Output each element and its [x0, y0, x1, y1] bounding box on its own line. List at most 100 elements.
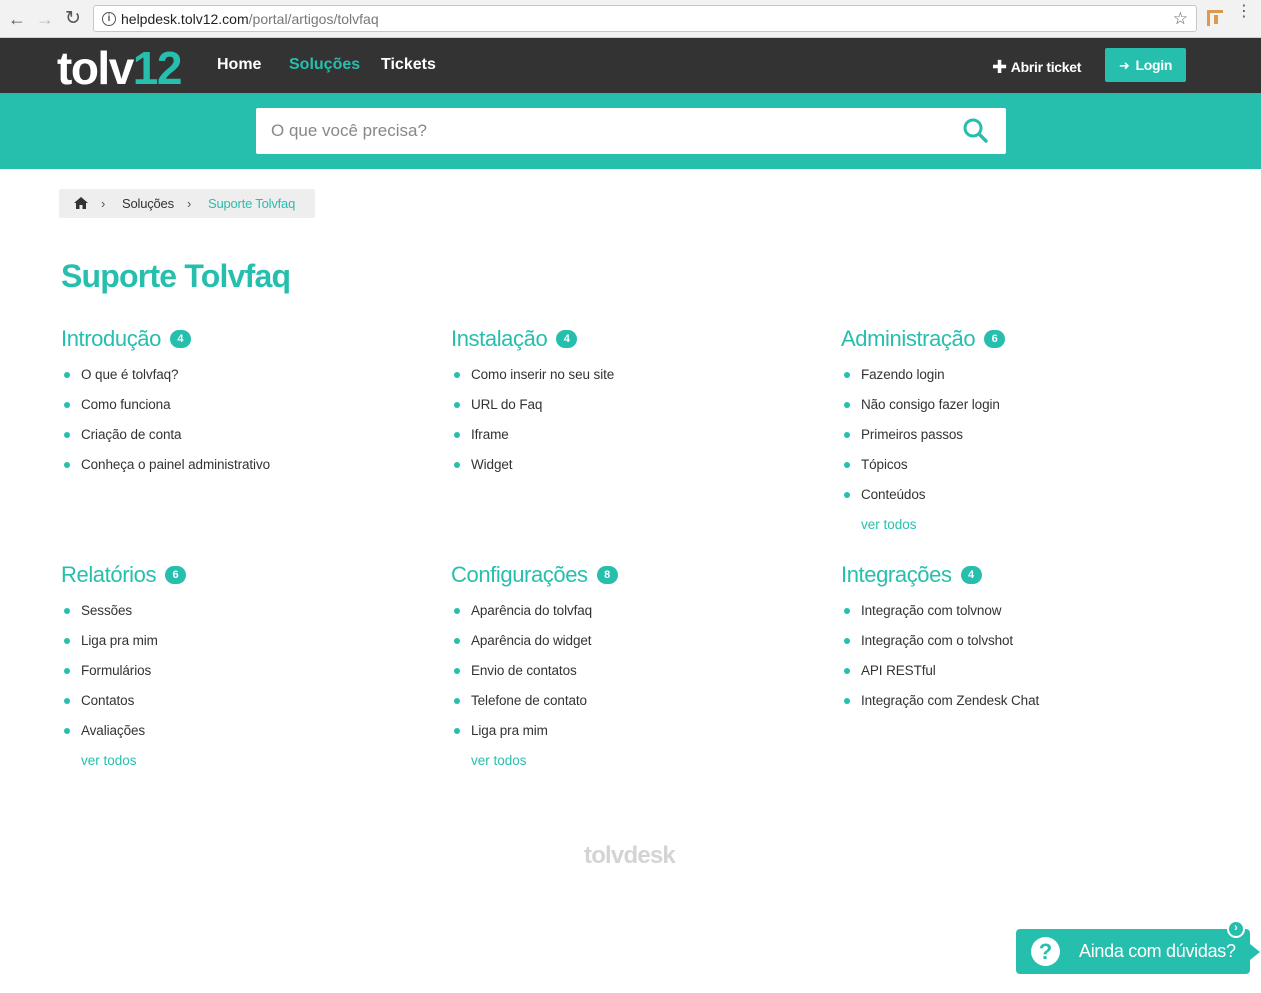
- bullet-icon: [454, 462, 460, 468]
- category-title[interactable]: Integrações: [841, 562, 952, 588]
- article-link[interactable]: Integração com tolvnow: [841, 601, 1201, 631]
- help-widget-button[interactable]: ? Ainda com dúvidas?: [1016, 929, 1260, 974]
- article-link[interactable]: Criação de conta: [61, 425, 421, 455]
- home-icon[interactable]: [74, 197, 88, 209]
- bullet-icon: [844, 462, 850, 468]
- article-title: Formulários: [81, 663, 152, 678]
- nav-home[interactable]: Home: [217, 56, 261, 74]
- see-all-link[interactable]: ver todos: [61, 751, 421, 781]
- article-link[interactable]: Conheça o painel administrativo: [61, 455, 421, 485]
- article-link[interactable]: API RESTful: [841, 661, 1201, 691]
- article-link[interactable]: Conteúdos: [841, 485, 1201, 515]
- article-link[interactable]: Envio de contatos: [451, 661, 811, 691]
- url-text[interactable]: helpdesk.tolv12.com/portal/artigos/tolvf…: [121, 11, 379, 27]
- article-link[interactable]: Iframe: [451, 425, 811, 455]
- article-link[interactable]: Como funciona: [61, 395, 421, 425]
- article-link[interactable]: Fazendo login: [841, 365, 1201, 395]
- article-link[interactable]: Avaliações: [61, 721, 421, 751]
- bookmark-star-icon[interactable]: ☆: [1173, 9, 1188, 29]
- tolvdesk-footer-logo[interactable]: tolvdesk: [584, 842, 676, 870]
- info-icon[interactable]: i: [102, 12, 116, 26]
- bullet-icon: [844, 608, 850, 614]
- article-link[interactable]: Como inserir no seu site: [451, 365, 811, 395]
- search-input[interactable]: [256, 108, 946, 154]
- category-title[interactable]: Relatórios: [61, 562, 156, 588]
- article-title: Liga pra mim: [81, 633, 158, 648]
- category-administracao: Administração 6 Fazendo login Não consigo…: [841, 324, 1201, 545]
- category-title[interactable]: Instalação: [451, 326, 548, 352]
- article-link[interactable]: Formulários: [61, 661, 421, 691]
- article-link[interactable]: Sessões: [61, 601, 421, 631]
- logo-text-1: tolv: [57, 42, 134, 94]
- category-title[interactable]: Introdução: [61, 326, 161, 352]
- bullet-icon: [454, 728, 460, 734]
- article-title: URL do Faq: [471, 397, 543, 412]
- article-title: Não consigo fazer login: [861, 397, 1000, 412]
- bullet-icon: [844, 432, 850, 438]
- article-link[interactable]: Primeiros passos: [841, 425, 1201, 455]
- tolv12-logo[interactable]: tolv12: [57, 42, 182, 94]
- address-bar[interactable]: i helpdesk.tolv12.com/portal/artigos/tol…: [93, 5, 1197, 32]
- bullet-icon: [844, 638, 850, 644]
- article-title: Conheça o painel administrativo: [81, 457, 271, 472]
- search-icon[interactable]: [962, 117, 988, 143]
- article-title: Como funciona: [81, 397, 171, 412]
- article-title: Aparência do widget: [471, 633, 592, 648]
- article-title: O que é tolvfaq?: [81, 367, 179, 382]
- count-badge: 6: [165, 566, 187, 584]
- nav-solucoes[interactable]: Soluções: [289, 56, 360, 74]
- forward-arrow-icon[interactable]: →: [34, 8, 56, 30]
- article-link[interactable]: Aparência do tolvfaq: [451, 601, 811, 631]
- article-title: Aparência do tolvfaq: [471, 603, 593, 618]
- open-ticket-label: Abrir ticket: [1010, 59, 1082, 75]
- nav-tickets[interactable]: Tickets: [381, 56, 436, 74]
- login-label: Login: [1135, 57, 1173, 73]
- open-ticket-button[interactable]: ✚ Abrir ticket: [992, 56, 1081, 77]
- bullet-icon: [844, 372, 850, 378]
- back-arrow-icon[interactable]: ←: [6, 8, 28, 30]
- article-title: Integração com o tolvshot: [861, 633, 1014, 648]
- breadcrumb-solucoes[interactable]: Soluções: [122, 189, 174, 218]
- article-link[interactable]: Integração com Zendesk Chat: [841, 691, 1201, 721]
- count-badge: 6: [984, 330, 1006, 348]
- count-badge: 8: [596, 566, 618, 584]
- chevron-right-icon[interactable]: ›: [1227, 920, 1245, 938]
- extension-icon[interactable]: [1207, 10, 1223, 26]
- article-link[interactable]: O que é tolvfaq?: [61, 365, 421, 395]
- category-introducao: Introdução 4 O que é tolvfaq? Como funcio…: [61, 324, 421, 485]
- login-button[interactable]: ➜ Login: [1105, 48, 1186, 82]
- sign-in-icon: ➜: [1118, 58, 1130, 73]
- article-link[interactable]: Integração com o tolvshot: [841, 631, 1201, 661]
- browser-menu-icon[interactable]: ⋮: [1236, 4, 1252, 20]
- bullet-icon: [454, 372, 460, 378]
- bullet-icon: [454, 432, 460, 438]
- help-widget-label: Ainda com dúvidas?: [1079, 941, 1236, 961]
- category-instalacao: Instalação 4 Como inserir no seu site URL…: [451, 324, 811, 485]
- article-link[interactable]: Contatos: [61, 691, 421, 721]
- article-link[interactable]: Tópicos: [841, 455, 1201, 485]
- article-link[interactable]: Telefone de contato: [451, 691, 811, 721]
- article-link[interactable]: Liga pra mim: [451, 721, 811, 751]
- bullet-icon: [64, 698, 70, 704]
- article-title: Envio de contatos: [471, 663, 577, 678]
- article-link[interactable]: URL do Faq: [451, 395, 811, 425]
- bullet-icon: [64, 638, 70, 644]
- article-link[interactable]: Não consigo fazer login: [841, 395, 1201, 425]
- article-link[interactable]: Widget: [451, 455, 811, 485]
- reload-icon[interactable]: ↻: [62, 8, 84, 30]
- article-title: Tópicos: [861, 457, 908, 472]
- category-configuracoes: Configurações 8 Aparência do tolvfaq Apar…: [451, 560, 811, 781]
- category-title[interactable]: Configurações: [451, 562, 588, 588]
- url-path: /portal/artigos/tolvfaq: [248, 11, 379, 27]
- article-link[interactable]: Aparência do widget: [451, 631, 811, 661]
- bullet-icon: [64, 608, 70, 614]
- see-all-link[interactable]: ver todos: [451, 751, 811, 781]
- bullet-icon: [844, 492, 850, 498]
- url-host: helpdesk.tolv12.com: [121, 11, 249, 27]
- see-all-link[interactable]: ver todos: [841, 515, 1201, 545]
- article-link[interactable]: Liga pra mim: [61, 631, 421, 661]
- category-title[interactable]: Administração: [841, 326, 976, 352]
- article-title: Como inserir no seu site: [471, 367, 615, 382]
- count-badge: 4: [169, 330, 191, 348]
- article-title: Integração com Zendesk Chat: [861, 693, 1040, 708]
